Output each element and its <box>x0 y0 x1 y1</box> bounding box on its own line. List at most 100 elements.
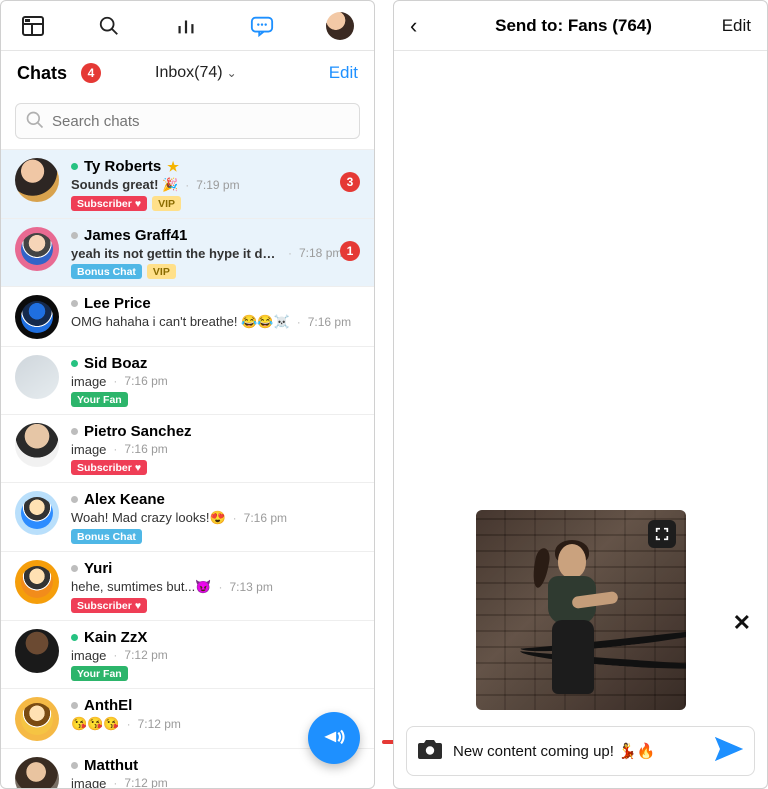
presence-dot-icon <box>71 702 78 709</box>
right-title: Send to: Fans (764) <box>425 16 721 36</box>
chat-time: 7:13 pm <box>229 580 272 594</box>
sub-header: Chats 4 Inbox(74) ⌄ Edit <box>1 51 374 95</box>
chat-list: Ty Roberts★ Sounds great! 🎉·7:19 pm Subs… <box>1 149 374 789</box>
chat-name: Alex Keane <box>84 491 165 508</box>
search-icon[interactable] <box>97 14 121 38</box>
star-icon: ★ <box>167 159 179 175</box>
inbox-label: Inbox(74) <box>155 64 223 82</box>
composer-input[interactable]: New content coming up! 💃🔥 <box>453 742 704 760</box>
avatar <box>15 629 59 673</box>
stats-icon[interactable] <box>174 14 198 38</box>
chat-row[interactable]: Alex Keane Woah! Mad crazy looks!😍·7:16 … <box>1 482 374 551</box>
chats-badge: 4 <box>81 63 101 83</box>
chat-row[interactable]: Sid Boaz image·7:16 pm Your Fan <box>1 346 374 414</box>
chat-time: 7:16 pm <box>308 315 351 329</box>
presence-dot-icon <box>71 360 78 367</box>
chat-time: 7:19 pm <box>196 178 239 192</box>
avatar <box>15 491 59 535</box>
avatar <box>15 423 59 467</box>
send-icon[interactable] <box>714 736 744 767</box>
broadcast-fab[interactable] <box>308 712 360 764</box>
top-nav <box>1 1 374 51</box>
chat-row[interactable]: Kain ZzX image·7:12 pm Your Fan <box>1 620 374 688</box>
chat-time: 7:12 pm <box>124 776 167 789</box>
chat-preview: hehe, sumtimes but...😈 <box>71 579 211 595</box>
presence-dot-icon <box>71 496 78 503</box>
chat-preview: Woah! Mad crazy looks!😍 <box>71 510 226 526</box>
avatar <box>15 697 59 741</box>
unread-badge: 1 <box>340 241 360 261</box>
feed-icon[interactable] <box>21 14 45 38</box>
chat-row[interactable]: Pietro Sanchez image·7:16 pm Subscriber … <box>1 414 374 482</box>
search-input[interactable] <box>15 103 360 139</box>
tag-fan: Your Fan <box>71 666 128 681</box>
tag-subscriber: Subscriber ♥ <box>71 196 147 211</box>
tag-subscriber: Subscriber ♥ <box>71 598 147 613</box>
chat-preview: OMG hahaha i can't breathe! 😂😂☠️ <box>71 314 290 330</box>
chat-preview: yeah its not gettin the hype it des... <box>71 246 281 261</box>
chat-row[interactable]: Yuri hehe, sumtimes but...😈·7:13 pm Subs… <box>1 551 374 620</box>
back-icon[interactable]: ‹ <box>410 13 417 39</box>
presence-dot-icon <box>71 565 78 572</box>
tag-bonus: Bonus Chat <box>71 264 142 279</box>
chat-time: 7:12 pm <box>124 648 167 662</box>
close-icon[interactable]: ✕ <box>733 610 751 636</box>
search-input-icon <box>25 110 45 135</box>
right-panel: ‹ Send to: Fans (764) Edit ✕ New content… <box>393 0 768 789</box>
avatar <box>15 355 59 399</box>
chat-name: AnthEl <box>84 697 132 714</box>
profile-avatar[interactable] <box>326 12 354 40</box>
tag-subscriber: Subscriber ♥ <box>71 460 147 475</box>
messages-icon[interactable] <box>250 14 274 38</box>
chat-name: Kain ZzX <box>84 629 147 646</box>
presence-dot-icon <box>71 232 78 239</box>
chat-time: 7:12 pm <box>138 717 181 731</box>
chat-name: Ty Roberts <box>84 158 161 175</box>
chat-name: Yuri <box>84 560 112 577</box>
composer: New content coming up! 💃🔥 <box>406 726 755 776</box>
chat-preview: image <box>71 374 106 389</box>
presence-dot-icon <box>71 634 78 641</box>
tag-bonus: Bonus Chat <box>71 529 142 544</box>
chat-time: 7:16 pm <box>124 374 167 388</box>
search-wrap <box>1 95 374 149</box>
tag-vip: VIP <box>147 264 176 279</box>
tag-vip: VIP <box>152 196 181 211</box>
chat-row[interactable]: Lee Price OMG hahaha i can't breathe! 😂😂… <box>1 286 374 346</box>
chat-preview: 😘😘😘 <box>71 716 120 732</box>
chat-name: Lee Price <box>84 295 151 312</box>
camera-icon[interactable] <box>417 738 443 765</box>
presence-dot-icon <box>71 163 78 170</box>
avatar <box>15 295 59 339</box>
chat-time: 7:18 pm <box>299 246 342 260</box>
chat-time: 7:16 pm <box>124 442 167 456</box>
chevron-down-icon: ⌄ <box>227 66 237 80</box>
tag-fan: Your Fan <box>71 392 128 407</box>
unread-badge: 3 <box>340 172 360 192</box>
chat-name: Sid Boaz <box>84 355 147 372</box>
chat-preview: image <box>71 442 106 457</box>
inbox-dropdown[interactable]: Inbox(74) ⌄ <box>155 64 237 82</box>
left-panel: Chats 4 Inbox(74) ⌄ Edit Ty Roberts ★ Sou… <box>0 0 375 789</box>
chats-label: Chats <box>17 63 67 84</box>
chat-row[interactable]: Ty Roberts★ Sounds great! 🎉·7:19 pm Subs… <box>1 149 374 218</box>
chat-preview: Sounds great! 🎉 <box>71 177 178 193</box>
avatar <box>15 560 59 604</box>
presence-dot-icon <box>71 300 78 307</box>
expand-icon[interactable] <box>648 520 676 548</box>
avatar <box>15 158 59 202</box>
chat-name: Pietro Sanchez <box>84 423 192 440</box>
presence-dot-icon <box>71 428 78 435</box>
chat-name: James Graff41 <box>84 227 187 244</box>
edit-button[interactable]: Edit <box>329 63 358 83</box>
chat-name: Matthut <box>84 757 138 774</box>
chat-preview: image <box>71 776 106 789</box>
chat-row[interactable]: James Graff41 yeah its not gettin the hy… <box>1 218 374 286</box>
chat-preview: image <box>71 648 106 663</box>
attachment-preview[interactable] <box>476 510 686 710</box>
right-edit-button[interactable]: Edit <box>722 16 751 36</box>
avatar <box>15 227 59 271</box>
right-header: ‹ Send to: Fans (764) Edit <box>394 1 767 51</box>
chat-time: 7:16 pm <box>244 511 287 525</box>
avatar <box>15 757 59 789</box>
